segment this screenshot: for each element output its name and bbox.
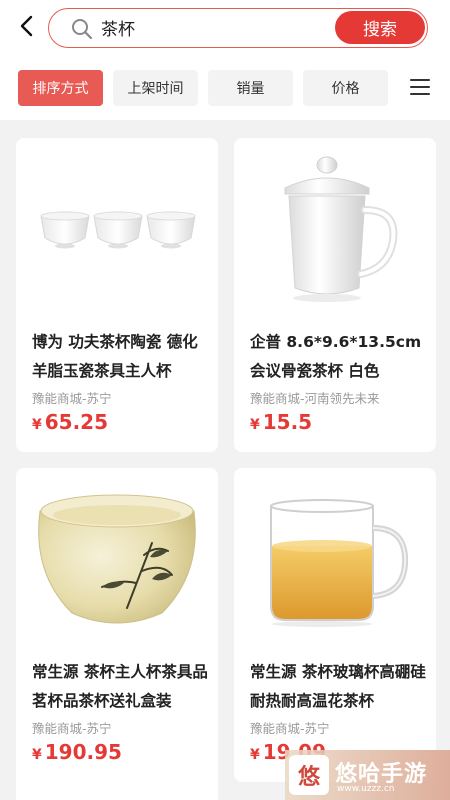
product-title: 企普 8.6*9.6*13.5cm 会议骨瓷茶杯 白色 xyxy=(250,333,422,380)
product-price: ¥65.25 xyxy=(32,410,109,434)
menu-icon[interactable] xyxy=(410,79,430,97)
product-price: ¥15.5 xyxy=(250,410,313,434)
back-button[interactable] xyxy=(12,12,40,40)
product-image xyxy=(234,138,436,318)
top-bar: 搜索 排序方式 上架时间 销量 价格 xyxy=(0,0,450,120)
watermark-url: www.uzzz.cn xyxy=(337,784,395,794)
search-icon xyxy=(72,19,93,40)
product-image xyxy=(16,138,218,318)
product-image xyxy=(16,468,218,648)
product-price: ¥190.95 xyxy=(32,740,122,764)
product-title: 常生源 茶杯玻璃杯高硼硅耐热耐高温花茶杯 xyxy=(250,663,426,710)
watermark-logo: 悠 xyxy=(289,755,329,795)
product-image xyxy=(234,468,436,648)
product-store: 豫能商城-苏宁 xyxy=(250,721,330,736)
sort-chip-price[interactable]: 价格 xyxy=(303,70,388,106)
glass-tea-mug-image xyxy=(270,499,409,627)
search-input[interactable] xyxy=(101,9,331,46)
back-arrow-icon xyxy=(20,15,33,37)
search-box[interactable]: 搜索 xyxy=(48,8,428,48)
product-card[interactable]: 常生源 茶杯主人杯茶具品茗杯品茶杯送礼盒装 豫能商城-苏宁 ¥190.95 xyxy=(16,468,218,782)
product-title: 博为 功夫茶杯陶瓷 德化羊脂玉瓷茶具主人杯 xyxy=(32,333,198,380)
product-card[interactable]: 博为 功夫茶杯陶瓷 德化羊脂玉瓷茶具主人杯 豫能商城-苏宁 ¥65.25 xyxy=(16,138,218,452)
product-title: 常生源 茶杯主人杯茶具品茗杯品茶杯送礼盒装 xyxy=(32,663,208,710)
product-card[interactable]: 常生源 茶杯玻璃杯高硼硅耐热耐高温花茶杯 豫能商城-苏宁 ¥19.09 xyxy=(234,468,436,782)
lidded-mug-image xyxy=(284,156,398,302)
white-porcelain-cups-image xyxy=(40,211,196,249)
watermark: 悠 悠哈手游 www.uzzz.cn xyxy=(285,750,450,800)
product-store: 豫能商城-河南领先未来 xyxy=(250,391,380,406)
product-card-partial[interactable] xyxy=(16,770,218,800)
product-card[interactable]: 企普 8.6*9.6*13.5cm 会议骨瓷茶杯 白色 豫能商城-河南领先未来 … xyxy=(234,138,436,452)
sort-bar: 排序方式 上架时间 销量 价格 xyxy=(0,70,450,106)
search-button[interactable]: 搜索 xyxy=(335,11,425,44)
product-store: 豫能商城-苏宁 xyxy=(32,721,112,736)
bamboo-jade-cup-image xyxy=(38,494,196,624)
sort-chip-listing-time[interactable]: 上架时间 xyxy=(113,70,198,106)
product-store: 豫能商城-苏宁 xyxy=(32,391,112,406)
sort-chip-sort-method[interactable]: 排序方式 xyxy=(18,70,103,106)
sort-chip-sales[interactable]: 销量 xyxy=(208,70,293,106)
